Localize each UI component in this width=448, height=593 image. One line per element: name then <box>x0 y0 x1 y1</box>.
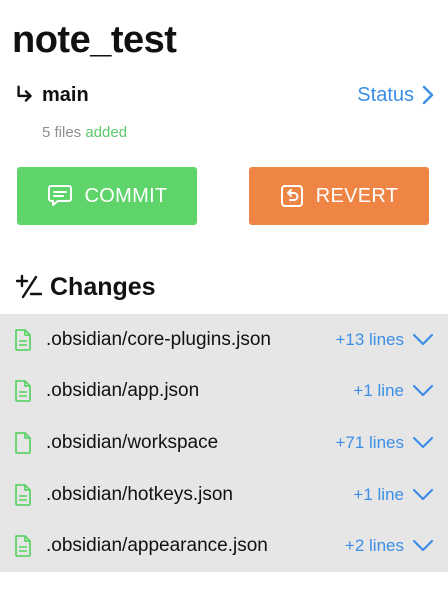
chevron-down-icon[interactable] <box>412 333 434 347</box>
files-summary: 5 files added <box>42 124 127 141</box>
chevron-down-icon[interactable] <box>412 436 434 450</box>
branch-row: main Status <box>14 82 434 108</box>
line-count: +1 line <box>353 381 404 401</box>
line-count: +2 lines <box>344 536 404 556</box>
row-meta: +1 line <box>353 485 434 505</box>
change-row[interactable]: .obsidian/hotkeys.json +1 line <box>0 469 448 521</box>
file-path: .obsidian/workspace <box>46 431 219 453</box>
line-count: +71 lines <box>335 432 404 452</box>
file-icon <box>15 432 31 454</box>
change-row[interactable]: .obsidian/core-plugins.json +13 lines <box>0 314 448 366</box>
file-icon <box>15 535 31 558</box>
chevron-down-icon[interactable] <box>412 488 434 502</box>
row-meta: +13 lines <box>335 330 434 350</box>
plus-minus-icon <box>16 274 42 299</box>
line-count: +1 line <box>353 484 404 504</box>
branch-arrow-icon <box>17 85 32 102</box>
change-row[interactable]: .obsidian/app.json +1 line <box>0 366 448 418</box>
files-state: added <box>85 124 128 141</box>
file-path: .obsidian/core-plugins.json <box>46 328 271 350</box>
commit-label: COMMIT <box>84 184 168 207</box>
revert-icon <box>280 185 303 207</box>
row-meta: +2 lines <box>345 536 434 556</box>
row-meta: +1 line <box>353 381 434 401</box>
file-path: .obsidian/hotkeys.json <box>46 483 233 505</box>
file-path: .obsidian/app.json <box>46 380 200 402</box>
file-icon <box>15 328 31 351</box>
status-label: Status <box>357 83 414 106</box>
repo-title: note_test <box>12 19 177 61</box>
chevron-down-icon[interactable] <box>412 384 434 398</box>
chevron-right-icon <box>422 85 434 105</box>
file-icon <box>15 380 31 403</box>
commit-button[interactable]: COMMIT <box>17 167 197 225</box>
row-meta: +71 lines <box>335 433 434 453</box>
branch-name: main <box>42 83 89 106</box>
change-row[interactable]: .obsidian/workspace +71 lines <box>0 417 448 469</box>
change-row[interactable]: .obsidian/appearance.json +2 lines <box>0 520 448 572</box>
section-title: Changes <box>50 272 156 301</box>
changes-header: Changes <box>16 270 156 304</box>
changes-list: .obsidian/core-plugins.json +13 lines .o… <box>0 314 448 572</box>
line-count: +13 lines <box>335 329 404 349</box>
file-icon <box>15 483 31 506</box>
revert-label: REVERT <box>315 184 399 207</box>
files-count: 5 files <box>42 124 82 141</box>
chevron-down-icon[interactable] <box>412 539 434 553</box>
message-icon <box>47 185 72 206</box>
revert-button[interactable]: REVERT <box>249 167 429 225</box>
file-path: .obsidian/appearance.json <box>46 535 268 557</box>
status-link[interactable]: Status <box>357 84 434 107</box>
